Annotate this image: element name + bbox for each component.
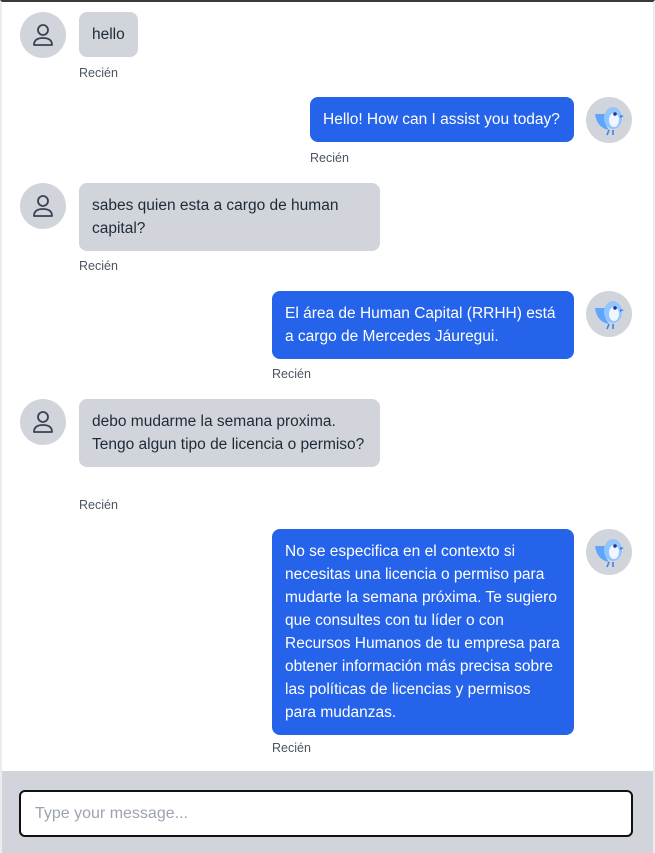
message-timestamp: Recién (79, 66, 118, 80)
bot-message-bubble: El área de Human Capital (RRHH) está a c… (272, 291, 574, 359)
bird-mascot-icon (595, 107, 624, 136)
bird-mascot-icon (595, 539, 624, 568)
message-timestamp: Recién (79, 259, 118, 273)
message-timestamp: Recién (272, 367, 311, 381)
user-message-bubble: debo mudarme la semana proxima. Tengo al… (79, 399, 380, 467)
bot-avatar (586, 97, 632, 143)
bot-message-bubble: No se especifica en el contexto si neces… (272, 529, 574, 735)
chat-window: hello Recién Hello! How can I assist you… (0, 0, 655, 853)
user-outline-icon (33, 195, 53, 217)
bot-avatar (586, 291, 632, 337)
message-input[interactable] (19, 790, 633, 837)
user-outline-icon (33, 411, 53, 433)
message-list[interactable]: hello Recién Hello! How can I assist you… (2, 2, 653, 772)
user-message-bubble: hello (79, 12, 138, 57)
message-timestamp: Recién (79, 498, 118, 512)
bot-avatar (586, 529, 632, 575)
message-composer (2, 771, 653, 853)
user-avatar (20, 399, 66, 445)
user-avatar (20, 183, 66, 229)
user-message-bubble: sabes quien esta a cargo de human capita… (79, 183, 380, 251)
message-timestamp: Recién (272, 741, 311, 755)
bot-message-bubble: Hello! How can I assist you today? (310, 97, 574, 142)
user-avatar (20, 12, 66, 58)
message-timestamp: Recién (310, 151, 349, 165)
bird-mascot-icon (595, 301, 624, 330)
user-outline-icon (33, 24, 53, 46)
